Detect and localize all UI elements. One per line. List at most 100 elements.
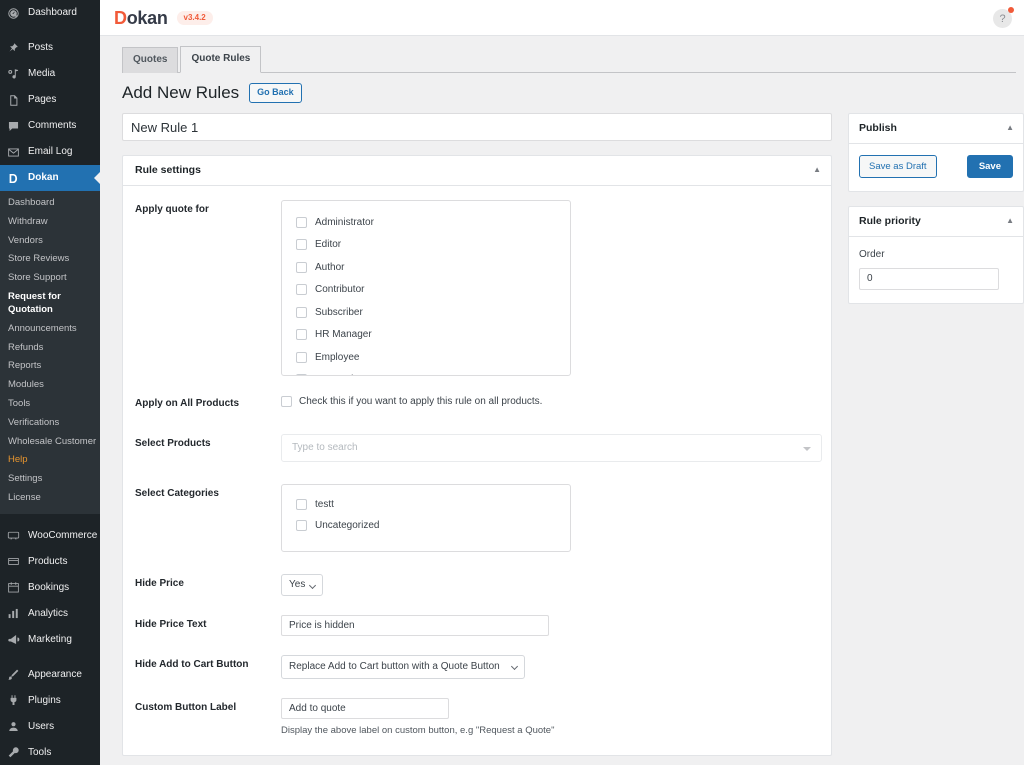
submenu-item-help[interactable]: Help bbox=[0, 451, 100, 470]
sidebar-item-appearance[interactable]: Appearance bbox=[0, 662, 100, 688]
checkbox-category-uncategorized[interactable] bbox=[296, 519, 307, 531]
rule-settings-header[interactable]: Rule settings ▲ bbox=[123, 156, 831, 186]
submenu-item-announcements[interactable]: Announcements bbox=[0, 320, 100, 339]
chevron-down-icon[interactable] bbox=[803, 446, 811, 451]
checkbox-employee[interactable] bbox=[296, 351, 307, 363]
nav-tab-wrapper: Quotes Quote Rules bbox=[122, 46, 1016, 73]
field-row-hide-price: Hide Price Yes bbox=[135, 573, 819, 596]
role-option-row[interactable]: Accounting Manager bbox=[282, 368, 570, 375]
submenu-item-refunds[interactable]: Refunds bbox=[0, 339, 100, 358]
tab-quote-rules[interactable]: Quote Rules bbox=[180, 46, 262, 73]
role-label: Author bbox=[315, 261, 345, 273]
role-label: Employee bbox=[315, 351, 360, 363]
hide-add-to-cart-select[interactable]: Replace Add to Cart button with a Quote … bbox=[281, 654, 525, 679]
role-option-row[interactable]: HR Manager bbox=[282, 323, 570, 346]
category-label: testt bbox=[315, 498, 334, 510]
submenu-item-vendors[interactable]: Vendors bbox=[0, 232, 100, 251]
submenu-item-reports[interactable]: Reports bbox=[0, 357, 100, 376]
custom-button-label-input[interactable] bbox=[281, 697, 449, 719]
dokan-logo[interactable]: Dokan bbox=[114, 9, 168, 27]
checkbox-editor[interactable] bbox=[296, 239, 307, 251]
sidebar-item-plugins[interactable]: Plugins bbox=[0, 688, 100, 714]
sidebar-item-tools[interactable]: Tools bbox=[0, 740, 100, 765]
submenu-item-license[interactable]: License bbox=[0, 489, 100, 508]
rule-settings-panel: Rule settings ▲ Apply quote for Administ… bbox=[122, 155, 832, 757]
dokan-submenu: Dashboard Withdraw Vendors Store Reviews… bbox=[0, 191, 100, 514]
sidebar-item-posts[interactable]: Posts bbox=[0, 35, 100, 61]
save-button[interactable]: Save bbox=[966, 154, 1013, 179]
checkbox-administrator[interactable] bbox=[296, 216, 307, 228]
publish-actions: Save as Draft Save bbox=[859, 154, 1013, 179]
label-select-products: Select Products bbox=[135, 437, 211, 449]
sidebar-item-bookings[interactable]: Bookings bbox=[0, 575, 100, 601]
sidebar-item-marketing[interactable]: Marketing bbox=[0, 627, 100, 653]
wrench-icon bbox=[7, 746, 23, 760]
chevron-up-icon[interactable]: ▲ bbox=[813, 166, 821, 174]
checkbox-category-testt[interactable] bbox=[296, 498, 307, 510]
sidebar-item-label: Marketing bbox=[28, 633, 72, 645]
sidebar-item-products[interactable]: Products bbox=[0, 549, 100, 575]
select-products-search[interactable]: Type to search bbox=[281, 433, 822, 462]
sidebar-item-analytics[interactable]: Analytics bbox=[0, 601, 100, 627]
publish-panel-title: Publish bbox=[859, 122, 897, 135]
role-option-row[interactable]: Contributor bbox=[282, 278, 570, 301]
tab-quotes[interactable]: Quotes bbox=[122, 47, 179, 73]
submenu-item-withdraw[interactable]: Withdraw bbox=[0, 213, 100, 232]
submenu-item-store-support[interactable]: Store Support bbox=[0, 269, 100, 288]
category-option-row[interactable]: Uncategorized bbox=[282, 515, 570, 536]
checkbox-apply-all-products[interactable] bbox=[281, 395, 292, 407]
submenu-item-store-reviews[interactable]: Store Reviews bbox=[0, 250, 100, 269]
submenu-item-settings[interactable]: Settings bbox=[0, 470, 100, 489]
apply-all-products-text: Check this if you want to apply this rul… bbox=[299, 395, 543, 407]
sidebar-item-dokan[interactable]: Dokan bbox=[0, 165, 100, 191]
submenu-item-tools[interactable]: Tools bbox=[0, 395, 100, 414]
submenu-item-verifications[interactable]: Verifications bbox=[0, 414, 100, 433]
role-option-row[interactable]: Administrator bbox=[282, 211, 570, 234]
role-option-row[interactable]: Editor bbox=[282, 233, 570, 256]
sidebar-item-comments[interactable]: Comments bbox=[0, 113, 100, 139]
submenu-item-dashboard[interactable]: Dashboard bbox=[0, 194, 100, 213]
sidebar-divider bbox=[0, 653, 100, 662]
comments-icon bbox=[7, 119, 23, 133]
role-label: Accounting Manager bbox=[315, 374, 407, 375]
sidebar-item-woocommerce[interactable]: WooCommerce bbox=[0, 523, 100, 549]
save-as-draft-button[interactable]: Save as Draft bbox=[859, 154, 937, 179]
side-column: Publish ▲ Save as Draft Save Rule priori… bbox=[848, 113, 1024, 756]
checkbox-subscriber[interactable] bbox=[296, 306, 307, 318]
categories-checkbox-list[interactable]: testt Uncategorized bbox=[281, 483, 571, 552]
category-option-row[interactable]: testt bbox=[282, 494, 570, 515]
apply-all-products-checkbox-row[interactable]: Check this if you want to apply this rul… bbox=[281, 394, 819, 407]
hide-price-select[interactable]: Yes bbox=[281, 573, 323, 596]
sidebar-item-dashboard[interactable]: Dashboard bbox=[0, 0, 100, 26]
chevron-up-icon[interactable]: ▲ bbox=[1006, 217, 1014, 225]
rule-title-input[interactable] bbox=[122, 113, 832, 142]
rule-priority-header[interactable]: Rule priority ▲ bbox=[849, 207, 1023, 237]
submenu-item-modules[interactable]: Modules bbox=[0, 376, 100, 395]
publish-panel-header[interactable]: Publish ▲ bbox=[849, 114, 1023, 144]
go-back-button[interactable]: Go Back bbox=[249, 83, 302, 103]
checkbox-author[interactable] bbox=[296, 261, 307, 273]
checkbox-accounting-manager[interactable] bbox=[296, 374, 307, 375]
sidebar-item-label: Analytics bbox=[28, 607, 69, 619]
role-option-row[interactable]: Subscriber bbox=[282, 301, 570, 324]
roles-checkbox-list[interactable]: Administrator Editor Author Contributor … bbox=[281, 199, 571, 376]
chevron-up-icon[interactable]: ▲ bbox=[1006, 124, 1014, 132]
dokan-icon bbox=[7, 171, 23, 185]
label-custom-button-label: Custom Button Label bbox=[135, 701, 237, 713]
page-title: Add New Rules bbox=[122, 83, 240, 102]
hide-price-text-input[interactable] bbox=[281, 614, 549, 636]
sidebar-item-email-log[interactable]: Email Log bbox=[0, 139, 100, 165]
submenu-item-wholesale-customer[interactable]: Wholesale Customer bbox=[0, 433, 100, 452]
order-input[interactable] bbox=[859, 267, 999, 290]
role-option-row[interactable]: Author bbox=[282, 256, 570, 279]
role-label: Editor bbox=[315, 239, 342, 251]
checkbox-contributor[interactable] bbox=[296, 284, 307, 296]
sidebar-item-users[interactable]: Users bbox=[0, 714, 100, 740]
sidebar-item-media[interactable]: Media bbox=[0, 61, 100, 87]
admin-sidebar: Dashboard Posts Media Pages Comments Ema… bbox=[0, 0, 100, 765]
sidebar-item-pages[interactable]: Pages bbox=[0, 87, 100, 113]
role-option-row[interactable]: Employee bbox=[282, 346, 570, 369]
sidebar-item-label: WooCommerce bbox=[28, 529, 98, 541]
submenu-item-request-for-quotation[interactable]: Request for Quotation bbox=[0, 288, 100, 320]
checkbox-hr-manager[interactable] bbox=[296, 329, 307, 341]
